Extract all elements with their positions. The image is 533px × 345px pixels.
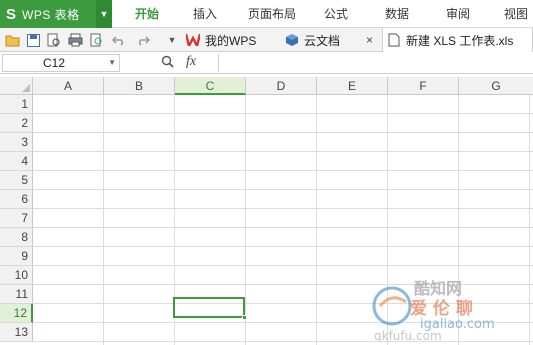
tab-current-document[interactable]: 新建 XLS 工作表.xls xyxy=(382,28,533,52)
row-header-13[interactable]: 13 xyxy=(0,323,33,342)
insert-function-icon[interactable]: fx xyxy=(186,54,196,70)
wps-w-icon xyxy=(186,33,200,47)
name-box[interactable]: C12 ▼ xyxy=(2,54,120,72)
fill-handle[interactable] xyxy=(242,315,247,320)
tab-cloud-docs-label: 云文档 xyxy=(304,33,341,48)
app-menu-button[interactable]: S WPS 表格 xyxy=(0,0,96,28)
zoom-search-icon[interactable] xyxy=(161,55,174,71)
redo-icon[interactable] xyxy=(135,32,151,48)
app-dropdown-icon[interactable]: ▼ xyxy=(96,0,112,28)
row-header-6[interactable]: 6 xyxy=(0,190,33,209)
column-header-g[interactable]: G xyxy=(459,77,533,95)
row-header-1[interactable]: 1 xyxy=(0,95,33,114)
row-header-9[interactable]: 9 xyxy=(0,247,33,266)
select-all-corner[interactable] xyxy=(0,77,33,95)
tab-cloud-docs[interactable]: 云文档 xyxy=(285,28,340,52)
column-header-b[interactable]: B xyxy=(104,77,175,95)
menu-view[interactable]: 视图 xyxy=(499,0,533,28)
row-header-4[interactable]: 4 xyxy=(0,152,33,171)
toolbar-dropdown-icon[interactable]: ▼ xyxy=(164,32,180,48)
menu-data[interactable]: 数据 xyxy=(377,0,417,28)
active-cell-c12[interactable] xyxy=(173,297,247,320)
tab-current-document-label: 新建 XLS 工作表.xls xyxy=(406,33,514,48)
tab-close-icon[interactable]: × xyxy=(366,28,373,52)
formula-input[interactable] xyxy=(218,54,531,72)
row-header-11[interactable]: 11 xyxy=(0,285,33,304)
menu-review[interactable]: 审阅 xyxy=(438,0,478,28)
column-header-f[interactable]: F xyxy=(388,77,459,95)
row-header-7[interactable]: 7 xyxy=(0,209,33,228)
menu-formulas[interactable]: 公式 xyxy=(316,0,356,28)
column-header-e[interactable]: E xyxy=(317,77,388,95)
print-preview-icon[interactable] xyxy=(46,32,62,48)
column-header-c[interactable]: C xyxy=(175,77,246,95)
wps-logo-icon: S xyxy=(6,5,17,23)
zoom-page-icon[interactable] xyxy=(89,32,105,48)
site-watermark: 酷知网 爱 伦 聊 igaliao.com qkfufu.com xyxy=(370,272,530,343)
row-header-3[interactable]: 3 xyxy=(0,133,33,152)
formula-bar: C12 ▼ fx xyxy=(0,52,533,74)
row-header-12[interactable]: 12 xyxy=(0,304,33,323)
document-icon xyxy=(387,33,401,47)
row-header-8[interactable]: 8 xyxy=(0,228,33,247)
quick-access-toolbar: ▼ 我的WPS 云文档 × 新建 XLS 工作表.xls xyxy=(0,28,533,52)
cell-reference: C12 xyxy=(43,56,66,70)
name-box-dropdown-icon[interactable]: ▼ xyxy=(108,55,116,71)
cloud-cube-icon xyxy=(285,33,299,47)
open-folder-icon[interactable] xyxy=(4,32,20,48)
tab-my-wps-label: 我的WPS xyxy=(205,33,257,48)
column-header-a[interactable]: A xyxy=(33,77,104,95)
watermark-line1: 酷知网 xyxy=(414,279,462,298)
menu-insert[interactable]: 插入 xyxy=(185,0,225,28)
menu-page-layout[interactable]: 页面布局 xyxy=(241,0,303,28)
row-header-5[interactable]: 5 xyxy=(0,171,33,190)
row-header-10[interactable]: 10 xyxy=(0,266,33,285)
app-title: WPS 表格 xyxy=(22,7,80,22)
row-header-2[interactable]: 2 xyxy=(0,114,33,133)
watermark-line4: qkfufu.com xyxy=(374,329,442,342)
tab-my-wps[interactable]: 我的WPS xyxy=(186,28,256,52)
save-icon[interactable] xyxy=(25,32,41,48)
undo-icon[interactable] xyxy=(111,32,127,48)
menu-bar: S WPS 表格 ▼ 开始 插入 页面布局 公式 数据 审阅 视图 xyxy=(0,0,533,28)
print-icon[interactable] xyxy=(67,32,83,48)
menu-home[interactable]: 开始 xyxy=(127,0,167,28)
watermark-line2: 爱 伦 聊 xyxy=(410,298,473,319)
column-header-d[interactable]: D xyxy=(246,77,317,95)
